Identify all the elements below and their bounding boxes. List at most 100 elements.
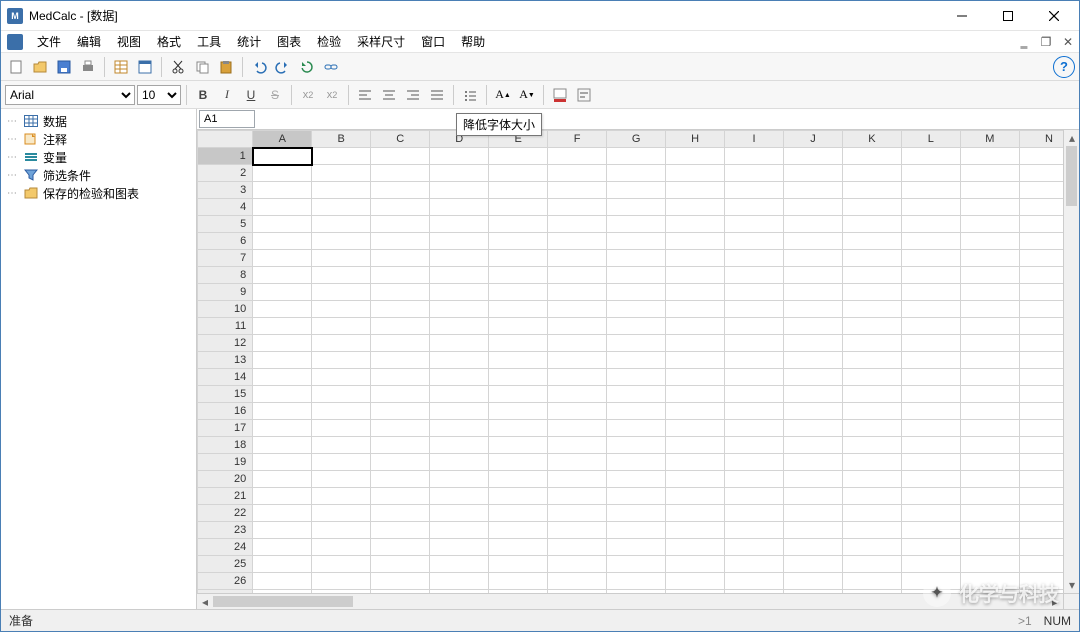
cell[interactable] — [371, 403, 430, 420]
new-button[interactable] — [5, 56, 27, 78]
cell[interactable] — [430, 182, 489, 199]
column-header[interactable]: K — [842, 131, 901, 148]
cell[interactable] — [430, 573, 489, 590]
cell[interactable] — [253, 284, 312, 301]
cell[interactable] — [548, 165, 607, 182]
cell[interactable] — [489, 318, 548, 335]
cell[interactable] — [548, 522, 607, 539]
cell[interactable] — [371, 318, 430, 335]
help-button[interactable]: ? — [1053, 56, 1075, 78]
cell[interactable] — [783, 301, 842, 318]
cell[interactable] — [960, 369, 1019, 386]
align-justify-button[interactable] — [426, 84, 448, 106]
cell[interactable] — [725, 556, 784, 573]
maximize-button[interactable] — [985, 1, 1031, 31]
cell[interactable] — [666, 335, 725, 352]
align-center-button[interactable] — [378, 84, 400, 106]
row-header[interactable]: 19 — [198, 454, 253, 471]
cell[interactable] — [253, 505, 312, 522]
cell[interactable] — [666, 488, 725, 505]
fill-color-button[interactable] — [549, 84, 571, 106]
cell[interactable] — [960, 420, 1019, 437]
cell[interactable] — [548, 403, 607, 420]
cell[interactable] — [430, 318, 489, 335]
minimize-button[interactable] — [939, 1, 985, 31]
cell[interactable] — [312, 403, 371, 420]
cell[interactable] — [430, 148, 489, 165]
cell[interactable] — [253, 199, 312, 216]
row-header[interactable]: 11 — [198, 318, 253, 335]
cell[interactable] — [253, 556, 312, 573]
cell[interactable] — [371, 471, 430, 488]
cell[interactable] — [371, 556, 430, 573]
cell[interactable] — [725, 148, 784, 165]
cell[interactable] — [253, 335, 312, 352]
cell[interactable] — [960, 199, 1019, 216]
cell[interactable] — [548, 216, 607, 233]
cell[interactable] — [960, 352, 1019, 369]
cell[interactable] — [371, 386, 430, 403]
cell[interactable] — [960, 216, 1019, 233]
cell[interactable] — [783, 471, 842, 488]
column-header[interactable]: C — [371, 131, 430, 148]
cell[interactable] — [666, 165, 725, 182]
cell[interactable] — [960, 556, 1019, 573]
cell[interactable] — [783, 199, 842, 216]
row-header[interactable]: 24 — [198, 539, 253, 556]
cell[interactable] — [842, 148, 901, 165]
cell[interactable] — [371, 148, 430, 165]
cell[interactable] — [666, 352, 725, 369]
cell[interactable] — [607, 573, 666, 590]
cell[interactable] — [548, 250, 607, 267]
cell[interactable] — [901, 199, 960, 216]
cell[interactable] — [783, 335, 842, 352]
cell[interactable] — [725, 182, 784, 199]
cell[interactable] — [842, 165, 901, 182]
scroll-up-icon[interactable]: ▴ — [1064, 130, 1079, 146]
cell[interactable] — [783, 556, 842, 573]
cell[interactable] — [783, 488, 842, 505]
cell[interactable] — [607, 318, 666, 335]
cell[interactable] — [842, 403, 901, 420]
cell[interactable] — [725, 301, 784, 318]
cell[interactable] — [253, 250, 312, 267]
cell[interactable] — [548, 352, 607, 369]
superscript-button[interactable]: x2 — [321, 84, 343, 106]
cell[interactable] — [312, 233, 371, 250]
cell[interactable] — [901, 386, 960, 403]
cell[interactable] — [548, 573, 607, 590]
cell[interactable] — [430, 216, 489, 233]
column-header[interactable]: J — [783, 131, 842, 148]
cell[interactable] — [371, 284, 430, 301]
cell[interactable] — [548, 335, 607, 352]
cell[interactable] — [901, 335, 960, 352]
cell[interactable] — [842, 284, 901, 301]
cell[interactable] — [312, 505, 371, 522]
cell[interactable] — [371, 352, 430, 369]
cell[interactable] — [842, 488, 901, 505]
cell[interactable] — [489, 403, 548, 420]
cell[interactable] — [607, 556, 666, 573]
cell[interactable] — [666, 148, 725, 165]
cell[interactable] — [371, 573, 430, 590]
cell[interactable] — [901, 267, 960, 284]
cut-button[interactable] — [167, 56, 189, 78]
cell[interactable] — [548, 488, 607, 505]
cell[interactable] — [783, 573, 842, 590]
cell[interactable] — [371, 199, 430, 216]
cell[interactable] — [312, 369, 371, 386]
cell[interactable] — [430, 369, 489, 386]
cell[interactable] — [666, 556, 725, 573]
row-header[interactable]: 15 — [198, 386, 253, 403]
cell[interactable] — [548, 386, 607, 403]
cell[interactable] — [548, 284, 607, 301]
cell[interactable] — [548, 318, 607, 335]
cell[interactable] — [607, 301, 666, 318]
cell[interactable] — [842, 420, 901, 437]
cell[interactable] — [725, 199, 784, 216]
wrap-text-button[interactable] — [573, 84, 595, 106]
cell[interactable] — [842, 216, 901, 233]
cell[interactable] — [666, 386, 725, 403]
cell[interactable] — [312, 165, 371, 182]
menu-view[interactable]: 视图 — [109, 31, 149, 52]
